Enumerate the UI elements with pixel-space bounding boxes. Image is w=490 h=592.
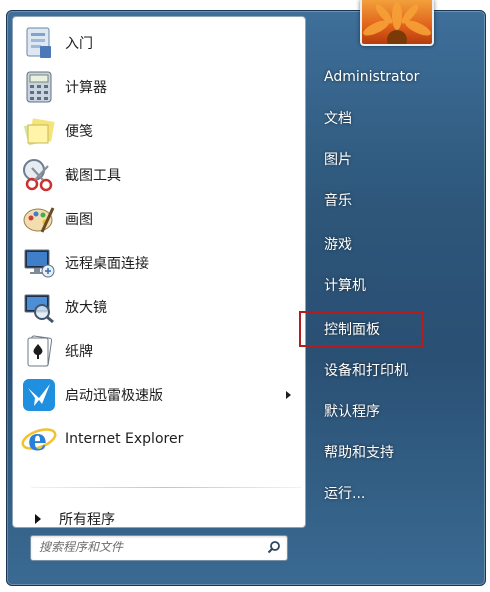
flower-icon [363, 2, 431, 44]
right-link-label: 图片 [324, 152, 352, 168]
search-input[interactable] [31, 536, 257, 558]
solitaire-icon [21, 333, 57, 369]
right-link-default-programs[interactable]: 默认程序 [316, 397, 476, 425]
submenu-arrow-icon[interactable] [286, 391, 291, 399]
program-label: 放大镜 [65, 300, 107, 316]
search-icon [267, 541, 280, 554]
program-label: 便笺 [65, 124, 93, 140]
thunder-icon [21, 377, 57, 413]
program-item-snipping-tool[interactable]: 截图工具 [19, 155, 299, 195]
right-link-music[interactable]: 音乐 [316, 186, 476, 214]
search-button[interactable] [263, 537, 285, 557]
right-link-pictures[interactable]: 图片 [316, 145, 476, 173]
right-link-label: 音乐 [324, 193, 352, 209]
right-link-computer[interactable]: 计算机 [316, 271, 476, 299]
right-link-label: 计算机 [324, 278, 366, 294]
divider [31, 487, 301, 488]
svg-text:e: e [28, 423, 47, 456]
user-name: Administrator [324, 69, 420, 85]
programs-pane: 入门 计算器 便笺 截图工具 画图 远程桌面连接 放大镜 纸牌 启动迅雷极速版 … [12, 16, 306, 528]
right-link-run[interactable]: 运行... [316, 479, 476, 507]
program-item-solitaire[interactable]: 纸牌 [19, 331, 299, 371]
right-link-label: 游戏 [324, 237, 352, 253]
right-link-documents[interactable]: 文档 [316, 104, 476, 132]
arrow-right-icon [35, 514, 41, 524]
program-item-calculator[interactable]: 计算器 [19, 67, 299, 107]
remote-desktop-icon [21, 245, 57, 281]
program-item-paint[interactable]: 画图 [19, 199, 299, 239]
snipping-tool-icon [21, 157, 57, 193]
program-item-getting-started[interactable]: 入门 [19, 23, 299, 63]
right-link-devices-printers[interactable]: 设备和打印机 [316, 356, 476, 384]
control-panel-highlight-box [299, 311, 423, 347]
sticky-notes-icon [21, 113, 57, 149]
right-link-label: 帮助和支持 [324, 445, 394, 461]
program-label: Internet Explorer [65, 431, 184, 447]
magnifier-icon [21, 289, 57, 325]
program-label: 纸牌 [65, 344, 93, 360]
program-label: 入门 [65, 36, 93, 52]
paint-icon [21, 201, 57, 237]
search-box [30, 535, 288, 561]
all-programs-button[interactable]: 所有程序 [35, 507, 115, 531]
program-item-magnifier[interactable]: 放大镜 [19, 287, 299, 327]
program-label: 计算器 [65, 80, 107, 96]
right-link-label: 运行... [324, 486, 366, 502]
program-item-internet-explorer[interactable]: e Internet Explorer [19, 419, 299, 459]
right-link-label: 设备和打印机 [324, 363, 408, 379]
program-item-sticky-notes[interactable]: 便笺 [19, 111, 299, 151]
program-label: 启动迅雷极速版 [65, 388, 163, 404]
right-link-help-support[interactable]: 帮助和支持 [316, 438, 476, 466]
program-item-thunder[interactable]: 启动迅雷极速版 [19, 375, 299, 415]
program-label: 截图工具 [65, 168, 121, 184]
right-link-label: 默认程序 [324, 404, 380, 420]
internet-explorer-icon: e [21, 421, 57, 457]
program-label: 远程桌面连接 [65, 256, 149, 272]
program-item-remote-desktop[interactable]: 远程桌面连接 [19, 243, 299, 283]
calculator-icon [21, 69, 57, 105]
user-name-link[interactable]: Administrator [316, 63, 476, 91]
user-picture[interactable] [360, 0, 434, 46]
getting-started-icon [21, 25, 57, 61]
all-programs-label: 所有程序 [59, 512, 115, 528]
program-label: 画图 [65, 212, 93, 228]
right-link-label: 文档 [324, 111, 352, 127]
right-link-games[interactable]: 游戏 [316, 230, 476, 258]
